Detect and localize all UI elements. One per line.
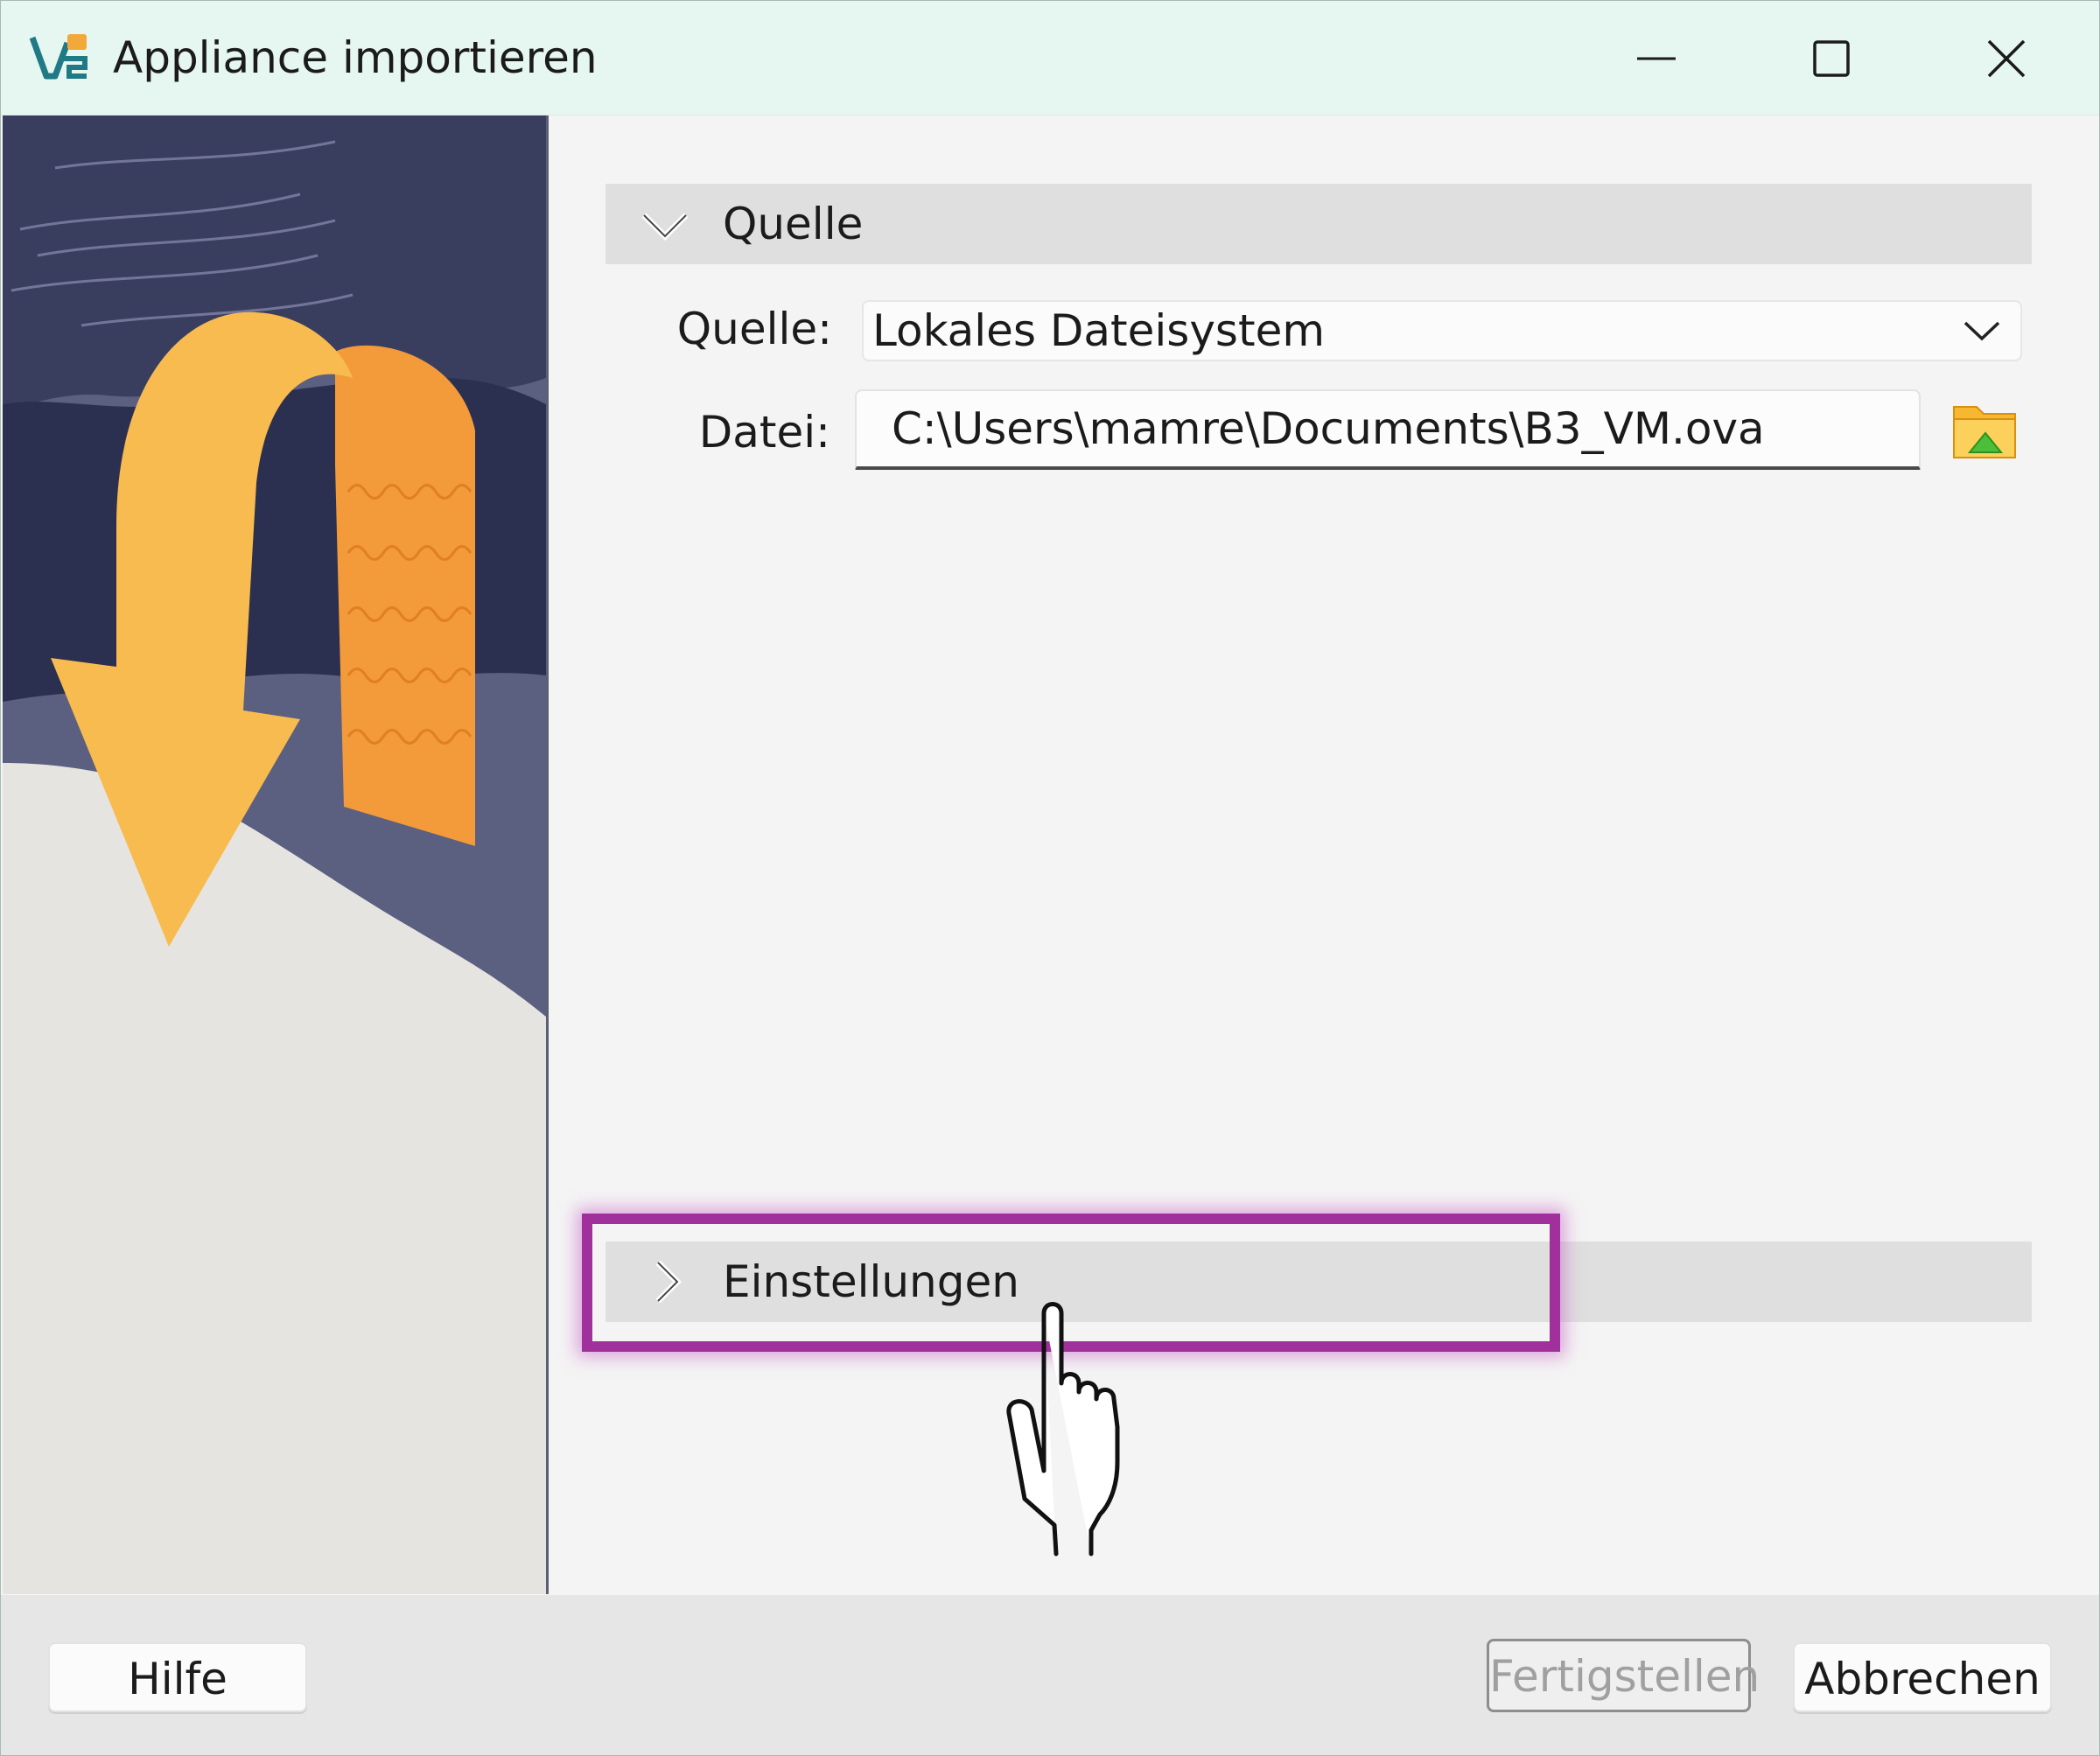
maximize-icon: [1813, 40, 1850, 77]
source-section-header[interactable]: Quelle: [606, 184, 2032, 264]
import-arrow-illustration: [3, 115, 546, 1594]
file-label: Datei:: [698, 407, 830, 458]
source-section-title: Quelle: [723, 199, 864, 249]
title-bar: Appliance importieren: [1, 1, 2099, 115]
chevron-down-icon: [641, 213, 689, 241]
minimize-button[interactable]: [1604, 18, 1709, 99]
chevron-right-icon: [655, 1261, 682, 1303]
cancel-button[interactable]: Abbrechen: [1793, 1642, 2052, 1712]
settings-section-header[interactable]: Einstellungen: [606, 1242, 2032, 1322]
wizard-banner-image: [3, 115, 549, 1594]
finish-button[interactable]: Fertigstellen: [1487, 1639, 1760, 1712]
source-select[interactable]: Lokales Dateisystem: [862, 300, 2022, 361]
import-appliance-dialog: Appliance importieren Quelle Quelle: Lok…: [0, 0, 2100, 1756]
settings-section-title: Einstellungen: [723, 1256, 1019, 1307]
window-title: Appliance importieren: [113, 32, 598, 83]
maximize-button[interactable]: [1779, 18, 1884, 99]
source-label: Quelle:: [676, 304, 832, 354]
pointing-hand-icon: [1006, 1302, 1120, 1557]
source-select-value: Lokales Dateisystem: [872, 305, 1326, 356]
file-path-value: C:\Users\mamre\Documents\B3_VM.ova: [892, 403, 1765, 454]
close-icon: [1987, 39, 2026, 78]
folder-open-icon: [1953, 406, 2016, 458]
virtualbox-icon: [29, 34, 88, 80]
browse-file-button[interactable]: [1950, 396, 2020, 463]
help-button[interactable]: Hilfe: [48, 1642, 307, 1712]
file-path-input[interactable]: C:\Users\mamre\Documents\B3_VM.ova: [855, 389, 1921, 470]
dialog-footer: Hilfe Fertigstellen Abbrechen: [1, 1595, 2099, 1755]
chevron-down-icon: [1964, 321, 2000, 341]
minimize-icon: [1637, 57, 1676, 60]
close-button[interactable]: [1954, 18, 2059, 99]
